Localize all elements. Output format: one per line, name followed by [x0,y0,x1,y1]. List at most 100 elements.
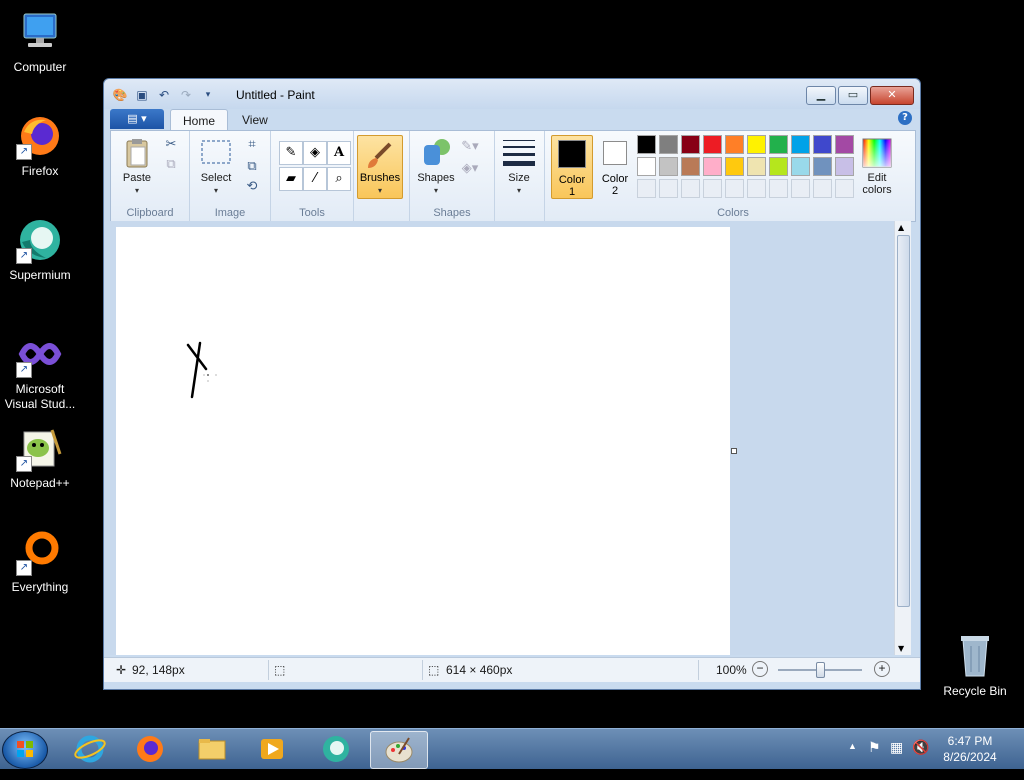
divider [698,660,699,680]
palette-custom-slot[interactable] [813,179,832,198]
canvas-resize-handle[interactable] [731,448,737,454]
color1-button[interactable]: Color 1 [551,135,593,199]
shapes-button[interactable]: Shapes ▾ [414,137,458,196]
palette-color[interactable] [637,157,656,176]
color2-button[interactable]: Color 2 [595,135,635,197]
save-icon[interactable]: ▣ [134,87,150,103]
zoom-out-button[interactable]: − [752,661,768,677]
copy-icon[interactable]: ⧉ [161,155,181,175]
action-center-flag-icon[interactable]: ⚑ [868,739,881,756]
scrollbar-thumb[interactable] [897,235,910,607]
close-button[interactable]: ✕ [870,86,914,105]
tab-view[interactable]: View [230,109,280,130]
palette-color[interactable] [769,135,788,154]
desktop-icon-firefox[interactable]: ↗ Firefox [0,112,80,179]
zoom-in-button[interactable]: + [874,661,890,677]
color-palette [637,135,857,201]
desktop-icon-everything[interactable]: ↗ Everything [0,528,80,595]
fill-icon[interactable]: ◈▾ [460,159,480,179]
taskbar-supermium-icon[interactable] [310,731,362,767]
palette-custom-slot[interactable] [835,179,854,198]
group-label: Clipboard [126,207,174,219]
palette-color[interactable] [769,157,788,176]
help-icon[interactable]: ? [898,111,912,125]
magnifier-icon[interactable]: ⌕ [327,167,351,191]
cut-icon[interactable]: ✂ [161,135,181,155]
palette-color[interactable] [747,157,766,176]
paint-window: 🎨 ▣ ↶ ↷ ▾ Untitled - Paint ▁ ▭ ✕ ▤ ▾ Hom… [103,78,921,690]
customize-qat-icon[interactable]: ▾ [200,87,216,103]
palette-custom-slot[interactable] [791,179,810,198]
paste-button[interactable]: Paste ▾ [117,137,157,196]
vertical-scrollbar[interactable]: ▲ ▼ [894,221,911,655]
desktop-icon-recycle-bin[interactable]: Recycle Bin [935,632,1015,699]
palette-color[interactable] [813,157,832,176]
palette-color[interactable] [681,135,700,154]
brushes-button[interactable]: Brushes ▾ [357,135,403,199]
title-bar[interactable]: 🎨 ▣ ↶ ↷ ▾ Untitled - Paint ▁ ▭ ✕ [104,79,920,109]
taskbar-file-explorer-icon[interactable] [186,731,238,767]
taskbar-internet-explorer-icon[interactable] [64,731,116,767]
palette-color[interactable] [703,157,722,176]
size-button[interactable]: Size ▾ [500,137,538,196]
scroll-up-icon[interactable]: ▲ [898,223,904,232]
show-hidden-icons-icon[interactable]: ▲ [848,741,857,751]
palette-custom-slot[interactable] [681,179,700,198]
eraser-icon[interactable]: ▰ [279,167,303,191]
palette-custom-slot[interactable] [769,179,788,198]
edit-colors-button[interactable]: Edit colors [857,137,897,196]
palette-color[interactable] [791,135,810,154]
file-menu-button[interactable]: ▤ ▾ [110,109,164,129]
scroll-down-icon[interactable]: ▼ [898,644,904,653]
notepadpp-icon: ↗ [16,424,64,472]
redo-icon[interactable]: ↷ [178,87,194,103]
resize-icon[interactable]: ⧉ [242,157,262,177]
fill-bucket-icon[interactable]: ◈ [303,141,327,165]
clock[interactable]: 6:47 PM 8/26/2024 [940,733,1000,765]
taskbar-media-player-icon[interactable] [246,731,298,767]
palette-custom-slot[interactable] [659,179,678,198]
desktop-icon-computer[interactable]: Computer [0,8,80,75]
taskbar-firefox-icon[interactable] [124,731,176,767]
palette-custom-slot[interactable] [703,179,722,198]
desktop-icon-visual-studio[interactable]: ↗ Microsoft Visual Stud... [0,330,80,412]
shortcut-arrow-icon: ↗ [16,560,32,576]
select-button[interactable]: Select ▾ [194,137,238,196]
palette-color[interactable] [835,157,854,176]
color-picker-icon[interactable]: ⁄ [303,167,327,191]
palette-color[interactable] [659,135,678,154]
desktop-icon-notepadpp[interactable]: ↗ Notepad++ [0,424,80,491]
volume-muted-icon[interactable]: 🔇 [912,739,929,756]
crop-icon[interactable]: ⌗ [242,135,262,155]
palette-color[interactable] [725,157,744,176]
zoom-slider-thumb[interactable] [816,662,825,678]
palette-color[interactable] [703,135,722,154]
start-button[interactable] [2,731,48,769]
undo-icon[interactable]: ↶ [156,87,172,103]
maximize-button[interactable]: ▭ [838,86,868,105]
palette-custom-slot[interactable] [725,179,744,198]
drawing-canvas[interactable] [116,227,730,655]
palette-color[interactable] [791,157,810,176]
palette-color[interactable] [813,135,832,154]
palette-custom-slot[interactable] [637,179,656,198]
palette-color[interactable] [747,135,766,154]
outline-icon[interactable]: ✎▾ [460,137,480,157]
paint-app-icon[interactable]: 🎨 [112,87,128,103]
palette-custom-slot[interactable] [747,179,766,198]
desktop-icon-supermium[interactable]: ↗ Supermium [0,216,80,283]
tab-home[interactable]: Home [170,109,229,131]
palette-color[interactable] [681,157,700,176]
taskbar-paint-icon[interactable] [370,731,428,769]
minimize-button[interactable]: ▁ [806,86,836,105]
palette-color[interactable] [659,157,678,176]
shortcut-arrow-icon: ↗ [16,456,32,472]
network-icon[interactable]: ▦ [890,739,903,756]
text-tool-icon[interactable]: A [327,141,351,165]
palette-color[interactable] [835,135,854,154]
rotate-icon[interactable]: ⟲ [242,177,262,197]
palette-color[interactable] [725,135,744,154]
pencil-icon[interactable]: ✎ [279,141,303,165]
desktop-icon-label: Firefox [21,164,59,178]
palette-color[interactable] [637,135,656,154]
